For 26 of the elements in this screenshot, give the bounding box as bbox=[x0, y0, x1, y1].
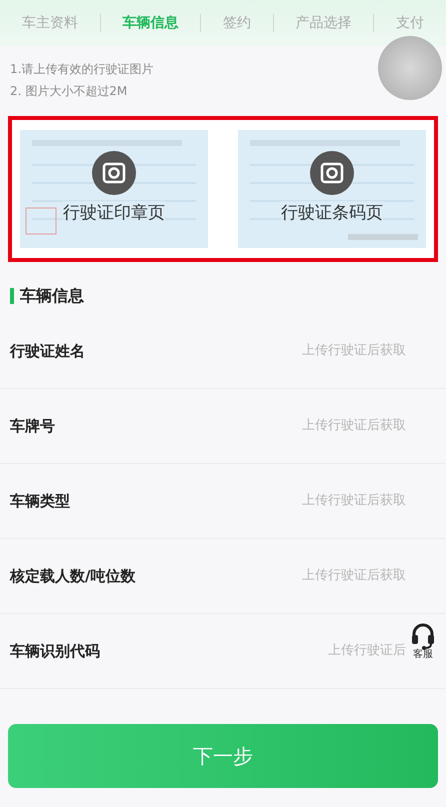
input-field[interactable]: 上传行驶证后获取 bbox=[302, 491, 406, 511]
camera-icon bbox=[92, 151, 136, 196]
field-label: 车辆识别代码 bbox=[10, 640, 100, 662]
input-field[interactable]: 上传行驶证后获取 bbox=[302, 341, 406, 361]
field-label: 核定载人数/吨位数 bbox=[10, 566, 136, 587]
upload-card[interactable]: 行驶证条码页 bbox=[238, 130, 426, 248]
service-label: 客服 bbox=[413, 650, 433, 660]
field-label: 车牌号 bbox=[10, 416, 55, 437]
tab[interactable]: 签约 bbox=[222, 12, 251, 34]
upload-hint: 2. 图片大小不超过2M bbox=[10, 83, 128, 100]
field-label: 车辆类型 bbox=[10, 490, 70, 512]
input-field[interactable]: 上传行驶证后 bbox=[328, 641, 406, 661]
headset-icon[interactable] bbox=[410, 622, 436, 650]
input-field[interactable]: 上传行驶证后获取 bbox=[302, 566, 406, 586]
upload-hint: 1.请上传有效的行驶证图片 bbox=[10, 61, 154, 78]
tab[interactable]: 产品选择 bbox=[296, 12, 352, 34]
tab[interactable]: 支付 bbox=[396, 12, 424, 34]
next-button[interactable]: 下一步 bbox=[8, 724, 438, 788]
upload-card[interactable]: 行驶证印章页 bbox=[20, 130, 208, 248]
input-field[interactable]: 上传行驶证后获取 bbox=[302, 416, 406, 436]
tab[interactable]: 车辆信息 bbox=[122, 12, 178, 34]
section-title: 车辆信息 bbox=[20, 285, 84, 307]
camera-icon bbox=[310, 151, 354, 196]
tab[interactable]: 车主资料 bbox=[22, 12, 78, 34]
accent-bar bbox=[10, 288, 14, 304]
field-label: 行驶证姓名 bbox=[10, 340, 85, 362]
